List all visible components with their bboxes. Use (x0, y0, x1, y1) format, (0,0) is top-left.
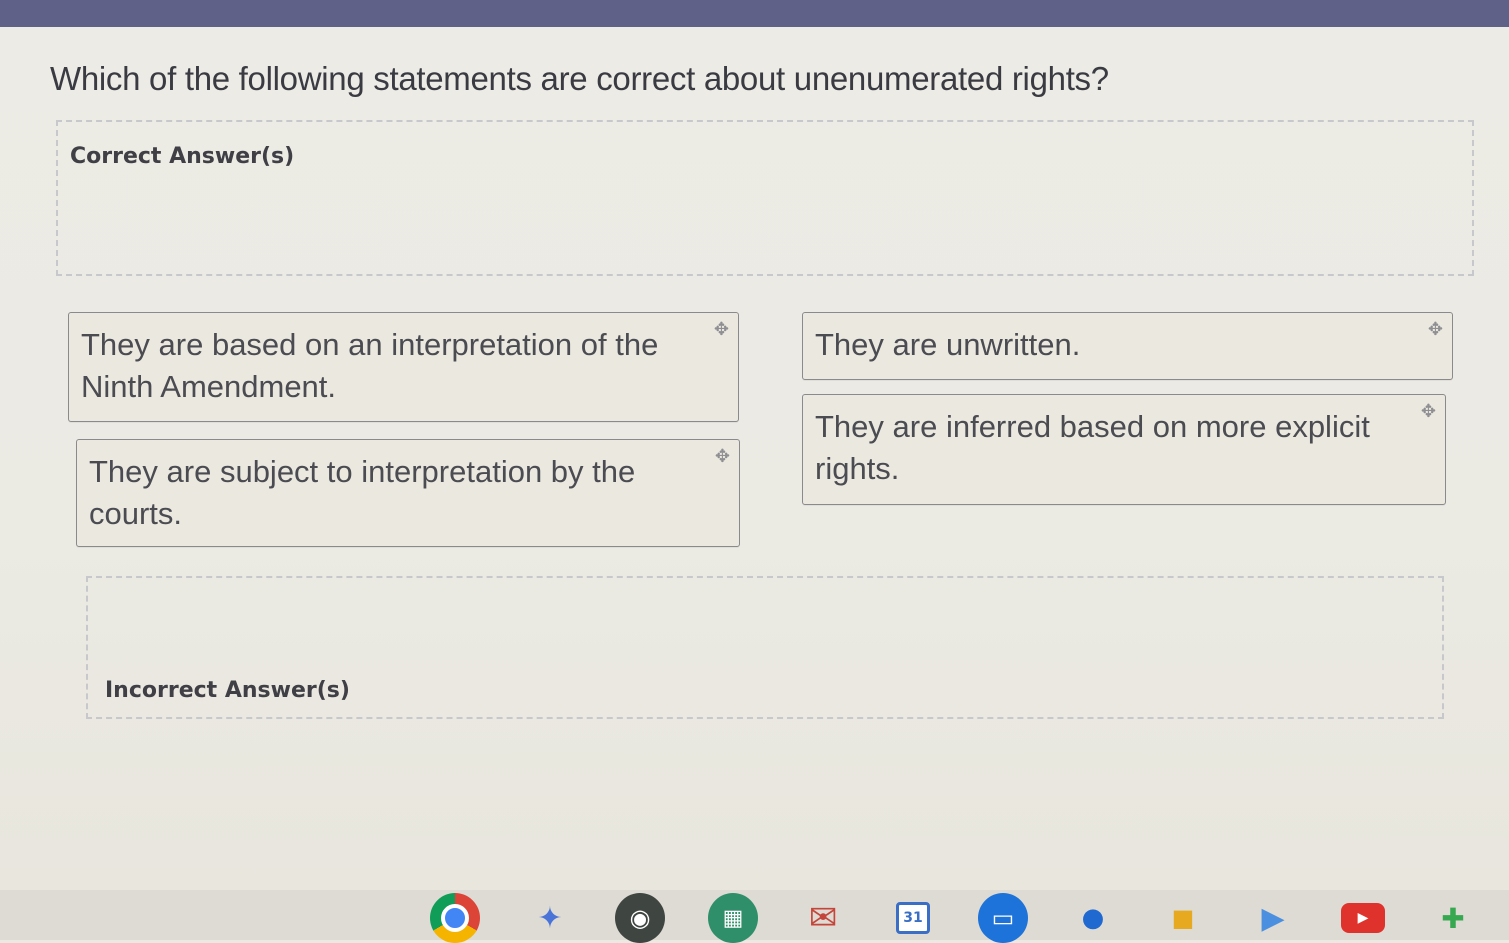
answer-card-ninth-amendment[interactable]: They are based on an interpretation of t… (68, 312, 739, 422)
drag-handle-icon: ✥ (714, 446, 730, 467)
incorrect-answers-drop-zone[interactable]: Incorrect Answer(s) (86, 576, 1444, 719)
drag-handle-icon: ✥ (1427, 319, 1443, 340)
drag-handle-icon: ✥ (1420, 401, 1436, 422)
answer-card-unwritten[interactable]: They are unwritten. ✥ (802, 312, 1453, 380)
apps-launcher-icon[interactable]: ▦ (708, 893, 758, 943)
youtube-icon[interactable]: ▶ (1338, 893, 1388, 943)
answer-card-text: They are subject to interpretation by th… (89, 454, 636, 531)
answer-card-courts[interactable]: They are subject to interpretation by th… (76, 439, 740, 547)
chat-icon[interactable]: ● (1068, 893, 1118, 943)
calendar-icon[interactable]: 31 (888, 893, 938, 943)
gemini-icon[interactable]: ✦ (525, 893, 575, 943)
calendar-day: 31 (896, 902, 930, 934)
youtube-play-icon: ▶ (1341, 903, 1385, 933)
chrome-icon[interactable] (430, 893, 480, 943)
podcast-icon[interactable]: ◉ (615, 893, 665, 943)
answer-card-text: They are inferred based on more explicit… (815, 409, 1370, 486)
drag-handle-icon: ✥ (713, 319, 729, 340)
answer-card-text: They are unwritten. (815, 327, 1081, 362)
answer-card-inferred[interactable]: They are inferred based on more explicit… (802, 394, 1446, 505)
top-bar (0, 0, 1509, 27)
correct-answers-label: Correct Answer(s) (70, 144, 295, 169)
incorrect-answers-label: Incorrect Answer(s) (105, 678, 350, 703)
meet-icon[interactable]: ■ (1158, 893, 1208, 943)
slack-icon[interactable]: ✚ (1428, 893, 1478, 943)
answer-card-text: They are based on an interpretation of t… (81, 327, 659, 404)
question-text: Which of the following statements are co… (50, 60, 1109, 97)
correct-answers-drop-zone[interactable]: Correct Answer(s) (56, 120, 1474, 276)
play-store-icon[interactable]: ▶ (1248, 893, 1298, 943)
gmail-icon[interactable]: ✉ (798, 893, 848, 943)
files-icon[interactable]: ▭ (978, 893, 1028, 943)
